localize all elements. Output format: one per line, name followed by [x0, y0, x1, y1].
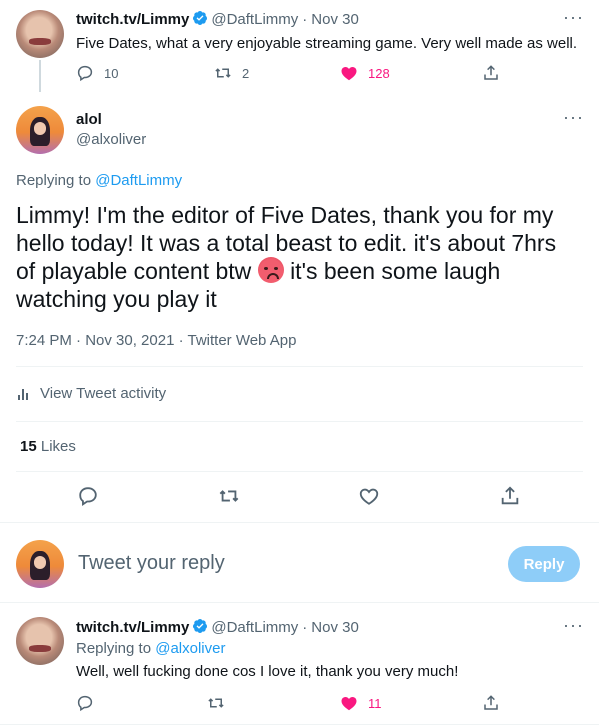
reply-tweet-more-icon[interactable]: ···	[563, 616, 584, 634]
main-more-icon[interactable]: ···	[563, 108, 584, 126]
main-display-name[interactable]: alol	[76, 111, 102, 128]
heart-icon[interactable]	[358, 485, 380, 507]
reply-tweet-text: Well, well fucking done cos I love it, t…	[76, 663, 459, 680]
reply-tweet-display-name[interactable]: twitch.tv/Limmy	[76, 619, 189, 636]
tweet1-date[interactable]: Nov 30	[311, 11, 359, 28]
verified-badge-icon	[193, 619, 208, 633]
tweet1-header: twitch.tv/Limmy @DaftLimmy · Nov 30	[76, 10, 359, 28]
tweet1-reply-button[interactable]: 10	[76, 64, 118, 82]
likes-summary[interactable]: 15 Likes	[20, 438, 76, 455]
hot-face-emoji-icon	[257, 257, 284, 283]
heart-filled-icon	[341, 67, 357, 81]
analytics-icon	[18, 388, 28, 400]
retweet-icon[interactable]	[218, 485, 240, 507]
divider	[0, 602, 599, 603]
retweet-icon	[215, 68, 231, 78]
reply-tweet-separator: ·	[302, 619, 308, 636]
reply-icon	[77, 65, 93, 82]
reply-tweet-replying-to-handle[interactable]: @alxoliver	[155, 640, 225, 657]
tweet1-text: Five Dates, what a very enjoyable stream…	[76, 35, 578, 52]
reply-tweet-share-button[interactable]	[482, 694, 500, 712]
reply-tweet-header: twitch.tv/Limmy @DaftLimmy · Nov 30	[76, 618, 359, 636]
reply-tweet-replying-to: Replying to @alxoliver	[76, 640, 225, 657]
reply-icon[interactable]	[77, 485, 99, 507]
reply-button[interactable]: Reply	[508, 546, 580, 582]
verified-badge-icon	[193, 11, 208, 25]
divider	[16, 366, 583, 367]
share-icon[interactable]	[499, 485, 521, 507]
heart-filled-icon	[341, 697, 357, 711]
reply-tweet-reply-button[interactable]	[76, 694, 94, 712]
main-replying-to-label: Replying to	[16, 172, 92, 189]
tweet1-like-button[interactable]: 128	[340, 64, 390, 82]
tweet1-more-icon[interactable]: ···	[563, 8, 584, 26]
likes-count: 15	[20, 438, 37, 455]
reply-tweet-retweet-button[interactable]	[207, 694, 225, 712]
reply-tweet-replying-to-label: Replying to	[76, 640, 152, 657]
main-timestamp[interactable]: 7:24 PM · Nov 30, 2021 · Twitter Web App	[16, 332, 296, 349]
main-handle[interactable]: @alxoliver	[76, 131, 146, 148]
reply-tweet-date[interactable]: Nov 30	[311, 619, 359, 636]
reply-input[interactable]: Tweet your reply	[78, 552, 488, 575]
reply-tweet-like-count: 11	[368, 695, 382, 711]
main-replying-to-handle[interactable]: @DaftLimmy	[95, 172, 182, 189]
tweet1-retweet-button[interactable]: 2	[214, 64, 249, 82]
tweet1-handle[interactable]: @DaftLimmy	[211, 11, 298, 28]
avatar-limmy[interactable]	[16, 10, 64, 58]
retweet-icon	[208, 698, 224, 708]
view-tweet-activity-link[interactable]: View Tweet activity	[16, 385, 166, 402]
tweet1-like-count: 128	[368, 65, 390, 81]
avatar-limmy[interactable]	[16, 617, 64, 665]
reply-tweet-handle[interactable]: @DaftLimmy	[211, 619, 298, 636]
divider	[16, 421, 583, 422]
reply-icon	[77, 695, 93, 712]
tweet1-separator: ·	[302, 11, 308, 28]
tweet1-share-button[interactable]	[482, 64, 500, 82]
avatar-alol[interactable]	[16, 106, 64, 154]
main-replying-to: Replying to @DaftLimmy	[16, 172, 182, 189]
share-icon	[484, 65, 498, 80]
compose-avatar	[16, 540, 64, 588]
share-icon	[484, 695, 498, 710]
likes-label: Likes	[40, 438, 76, 455]
divider	[0, 724, 599, 725]
divider	[0, 522, 599, 523]
tweet1-retweet-count: 2	[242, 65, 250, 81]
tweet1-display-name[interactable]: twitch.tv/Limmy	[76, 11, 189, 28]
tweet1-reply-count: 10	[104, 65, 119, 81]
view-tweet-activity-label: View Tweet activity	[40, 385, 167, 402]
main-tweet-text: Limmy! I'm the editor of Five Dates, tha…	[16, 201, 576, 313]
divider	[16, 471, 583, 472]
thread-connector-line	[39, 60, 41, 92]
reply-tweet-like-button[interactable]: 11	[340, 694, 382, 712]
